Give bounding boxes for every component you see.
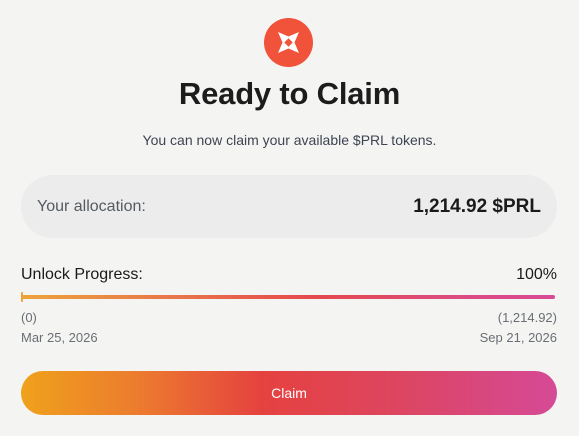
unlock-progress-start-marker <box>21 292 23 302</box>
prl-logo <box>264 18 313 67</box>
unlock-end-value: (1,214.92) <box>497 310 557 325</box>
prl-logo-icon <box>264 18 313 67</box>
unlock-progress-fill <box>21 295 555 299</box>
allocation-card: Your allocation: 1,214.92 $PRL <box>21 175 557 238</box>
unlock-start-value: (0) <box>21 310 37 325</box>
unlock-end-date: Sep 21, 2026 <box>479 330 557 345</box>
claim-button[interactable]: Claim <box>21 371 557 415</box>
unlock-progress-label: Unlock Progress: <box>21 266 143 283</box>
unlock-progress-percent: 100% <box>516 266 557 283</box>
page-subtitle: You can now claim your available $PRL to… <box>142 132 437 148</box>
page-title: Ready to Claim <box>178 76 401 111</box>
unlock-range-values: (0) (1,214.92) <box>21 310 557 325</box>
unlock-range-dates: Mar 25, 2026 Sep 21, 2026 <box>21 330 557 345</box>
allocation-value: 1,214.92 $PRL <box>413 195 541 217</box>
allocation-label: Your allocation: <box>37 197 146 215</box>
unlock-start-date: Mar 25, 2026 <box>21 330 98 345</box>
unlock-progress-header: Unlock Progress: 100% <box>21 266 557 284</box>
unlock-progress-bar <box>21 292 555 302</box>
